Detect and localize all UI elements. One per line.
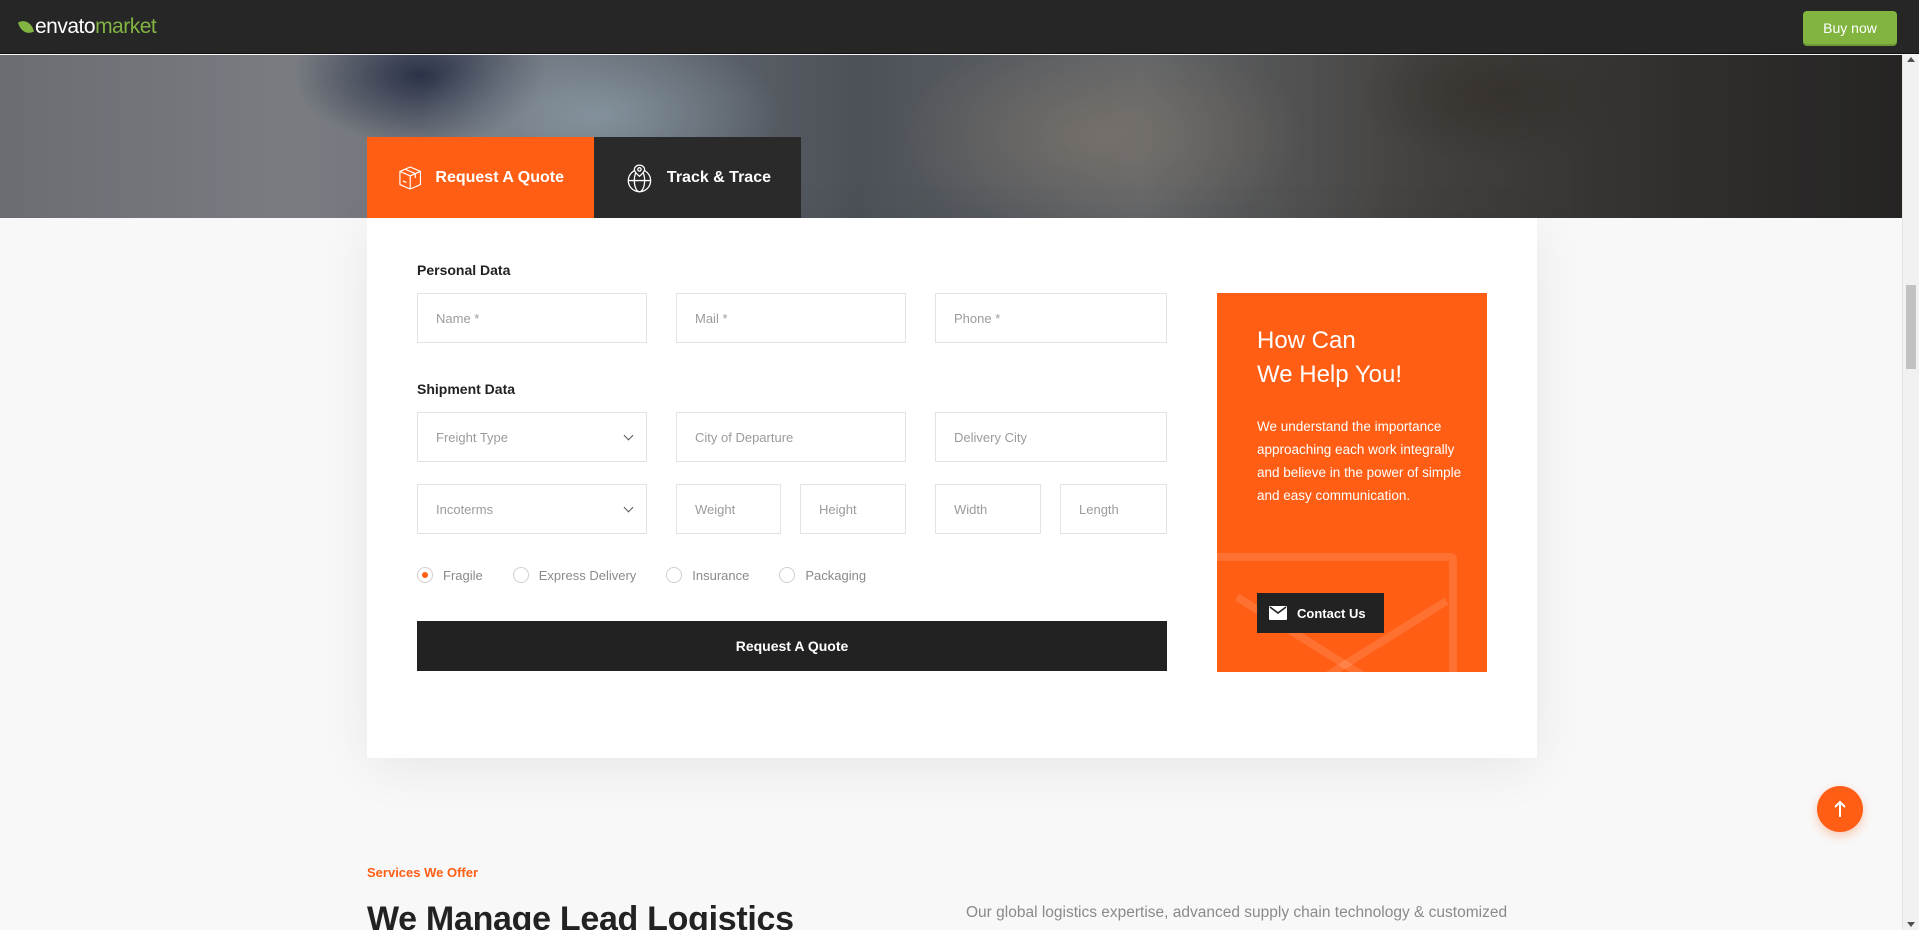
radio-dot bbox=[512, 567, 529, 583]
tab-label: Track & Trace bbox=[666, 168, 771, 186]
personal-data-heading: Personal Data bbox=[417, 262, 511, 278]
leaf-icon bbox=[17, 18, 35, 36]
scroll-up-arrow-icon[interactable] bbox=[1907, 57, 1915, 62]
help-text: We understand the importance approaching… bbox=[1257, 419, 1462, 503]
services-description: Our global logistics expertise, advanced… bbox=[966, 904, 1508, 921]
help-title: How Can We Help You! bbox=[1257, 324, 1477, 392]
delivery-city-input[interactable]: Delivery City bbox=[935, 412, 1167, 462]
phone-input[interactable]: Phone * bbox=[935, 293, 1167, 343]
city-departure-input[interactable]: City of Departure bbox=[676, 412, 906, 462]
radio-label: Insurance bbox=[692, 567, 750, 583]
page-viewport: Request A Quote Track & Trace Personal D… bbox=[0, 55, 1902, 930]
radio-label: Fragile bbox=[443, 567, 483, 583]
tab-track-trace[interactable]: Track & Trace bbox=[594, 137, 801, 218]
buy-now-button[interactable]: Buy now bbox=[1803, 11, 1897, 44]
radio-express-delivery[interactable]: Express Delivery bbox=[512, 567, 637, 583]
shipment-options: Fragile Express Delivery Insurance Packa… bbox=[417, 567, 896, 583]
contact-us-label: Contact Us bbox=[1297, 605, 1366, 621]
height-input[interactable]: Height bbox=[800, 484, 906, 534]
contact-us-button[interactable]: Contact Us bbox=[1257, 593, 1384, 633]
chevron-down-icon bbox=[623, 502, 634, 513]
chevron-down-icon bbox=[623, 430, 634, 441]
box-icon bbox=[399, 165, 422, 190]
radio-fragile[interactable]: Fragile bbox=[417, 567, 483, 583]
radio-dot bbox=[666, 567, 683, 583]
mail-input[interactable]: Mail * bbox=[676, 293, 906, 343]
shipment-data-heading: Shipment Data bbox=[417, 381, 516, 397]
tab-label: Request A Quote bbox=[435, 168, 564, 186]
logo-brand-text: envato bbox=[35, 15, 96, 38]
globe-pin-icon bbox=[627, 163, 652, 192]
services-eyebrow: Services We Offer bbox=[367, 865, 479, 880]
freight-type-value: Freight Type bbox=[436, 429, 509, 445]
envato-logo[interactable]: envato market bbox=[17, 15, 157, 38]
quote-tabs: Request A Quote Track & Trace bbox=[367, 137, 801, 218]
width-input[interactable]: Width bbox=[935, 484, 1041, 534]
quote-form-card: Personal Data Name * Mail * Phone * Ship… bbox=[367, 218, 1537, 758]
length-input[interactable]: Length bbox=[1060, 484, 1167, 534]
radio-label: Packaging bbox=[805, 567, 867, 583]
help-title-line2: We Help You! bbox=[1257, 361, 1402, 388]
radio-label: Express Delivery bbox=[538, 567, 637, 583]
weight-input[interactable]: Weight bbox=[676, 484, 781, 534]
incoterms-select[interactable]: Incoterms bbox=[417, 484, 647, 534]
radio-insurance[interactable]: Insurance bbox=[666, 567, 749, 583]
hero-banner bbox=[0, 55, 1902, 218]
services-heading: We Manage Lead Logistics bbox=[367, 900, 794, 930]
help-title-line1: How Can bbox=[1257, 327, 1356, 354]
logo-market-text: market bbox=[95, 15, 157, 38]
radio-packaging[interactable]: Packaging bbox=[779, 567, 866, 583]
radio-dot bbox=[779, 567, 796, 583]
name-input[interactable]: Name * bbox=[417, 293, 647, 343]
scrollbar-thumb[interactable] bbox=[1906, 285, 1916, 369]
envato-top-bar: envato market Buy now bbox=[0, 0, 1919, 54]
freight-type-select[interactable]: Freight Type bbox=[417, 412, 647, 462]
request-quote-button[interactable]: Request A Quote bbox=[417, 621, 1167, 671]
mail-icon bbox=[1269, 606, 1287, 620]
help-box: How Can We Help You! We understand the i… bbox=[1217, 293, 1487, 672]
page-scrollbar[interactable] bbox=[1902, 55, 1919, 930]
arrow-up-icon bbox=[1834, 800, 1846, 817]
incoterms-value: Incoterms bbox=[436, 501, 494, 517]
tab-request-quote[interactable]: Request A Quote bbox=[367, 137, 594, 218]
scroll-down-arrow-icon[interactable] bbox=[1907, 922, 1915, 927]
scroll-to-top-button[interactable] bbox=[1817, 786, 1863, 832]
radio-dot bbox=[417, 567, 433, 583]
